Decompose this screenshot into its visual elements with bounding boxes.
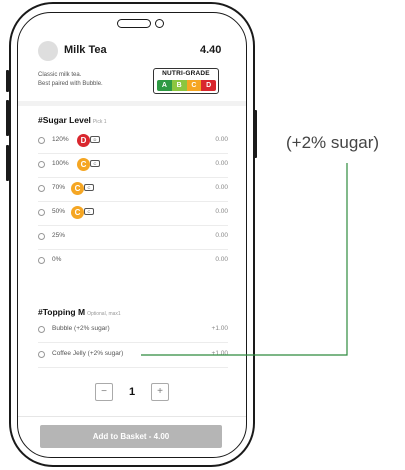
option-label: Coffee Jelly (+2% sugar) [52, 350, 124, 357]
product-description: Classic milk tea. Best paired with Bubbl… [38, 71, 103, 89]
badge-letter: C [80, 160, 87, 169]
add-to-basket-button[interactable]: Add to Basket - 4.00 [40, 425, 222, 448]
description-line-2: Best paired with Bubble. [38, 81, 103, 87]
nutri-grade-d-badge: D [77, 134, 90, 147]
topping-option-bubble[interactable]: Bubble (+2% sugar) +1.00 [38, 319, 228, 343]
speaker-grille [117, 19, 151, 28]
option-label: 100% [52, 160, 69, 167]
sugar-option-0[interactable]: 0% 0.00 [38, 250, 228, 274]
topping-section-heading: #Topping M [38, 307, 86, 317]
sugar-section-title: #Sugar Level Pick 1 [38, 115, 107, 125]
option-label: 70% [52, 184, 66, 191]
sugar-tag-icon: D [90, 136, 100, 143]
nutri-grade-c-badge: C [71, 206, 84, 219]
nutri-grade-d: D [201, 80, 216, 91]
product-name: Milk Tea [64, 44, 107, 56]
nutri-grade-b: B [171, 80, 187, 91]
sugar-option-25[interactable]: 25% 0.00 [38, 226, 228, 250]
option-label: 50% [52, 208, 66, 215]
front-camera [155, 19, 164, 28]
topping-section-subtitle: Optional, max1 [87, 311, 121, 317]
sugar-option-50[interactable]: 50% C C 0.00 [38, 202, 228, 226]
badge-letter: C [74, 184, 81, 193]
product-thumbnail [38, 41, 58, 61]
radio-icon[interactable] [38, 185, 45, 192]
section-divider [18, 101, 246, 106]
radio-icon[interactable] [38, 137, 45, 144]
sugar-callout-label: (+2% sugar) [286, 133, 380, 152]
nutri-grade-c-badge: C [71, 182, 84, 195]
option-price: +1.00 [211, 325, 228, 332]
nutri-grade-c: C [186, 80, 202, 91]
nutri-grade-scale: A B C D [157, 80, 216, 91]
quantity-stepper: − 1 + [95, 383, 169, 401]
topping-option-coffee-jelly[interactable]: Coffee Jelly (+2% sugar) +1.00 [38, 344, 228, 368]
radio-icon[interactable] [38, 257, 45, 264]
option-label: 25% [52, 232, 66, 239]
sugar-option-70[interactable]: 70% C C 0.00 [38, 178, 228, 202]
quantity-increase-button[interactable]: + [151, 383, 169, 401]
phone-volume-up [6, 100, 9, 136]
option-label: 120% [52, 136, 69, 143]
option-price: +1.00 [211, 350, 228, 357]
product-price: 4.40 [200, 44, 222, 56]
sugar-tag-icon: C [84, 184, 94, 191]
option-label: Bubble (+2% sugar) [52, 325, 110, 332]
option-price: 0.00 [215, 184, 228, 191]
option-price: 0.00 [215, 208, 228, 215]
sugar-section-heading: #Sugar Level [38, 115, 91, 125]
sugar-option-100[interactable]: 100% C C 0.00 [38, 154, 228, 178]
quantity-value: 1 [128, 386, 136, 398]
nutri-grade-title: NUTRI-GRADE [162, 70, 210, 77]
badge-letter: D [80, 136, 87, 145]
option-price: 0.00 [215, 160, 228, 167]
radio-icon[interactable] [38, 233, 45, 240]
phone-screen: Milk Tea 4.40 Classic milk tea. Best pai… [17, 12, 247, 458]
nutri-grade-c-badge: C [77, 158, 90, 171]
sugar-tag-icon: C [84, 208, 94, 215]
nutri-grade-label: NUTRI-GRADE A B C D [153, 68, 219, 94]
phone-volume-down [6, 145, 9, 181]
option-price: 0.00 [215, 136, 228, 143]
radio-icon[interactable] [38, 161, 45, 168]
topping-section-title: #Topping M Optional, max1 [38, 307, 121, 317]
phone-mute-switch [6, 70, 9, 92]
sugar-option-120[interactable]: 120% D D 0.00 [38, 130, 228, 154]
sugar-tag-icon: C [90, 160, 100, 167]
radio-icon[interactable] [38, 209, 45, 216]
option-price: 0.00 [215, 232, 228, 239]
description-line-1: Classic milk tea. [38, 72, 82, 78]
footer-divider [18, 416, 246, 417]
option-label: 0% [52, 256, 62, 263]
phone-power-button [254, 110, 257, 158]
nutri-grade-a: A [157, 80, 172, 91]
radio-icon[interactable] [38, 326, 45, 333]
sugar-section-subtitle: Pick 1 [92, 119, 107, 125]
badge-letter: C [74, 208, 81, 217]
radio-icon[interactable] [38, 351, 45, 358]
quantity-decrease-button[interactable]: − [95, 383, 113, 401]
option-price: 0.00 [215, 256, 228, 263]
